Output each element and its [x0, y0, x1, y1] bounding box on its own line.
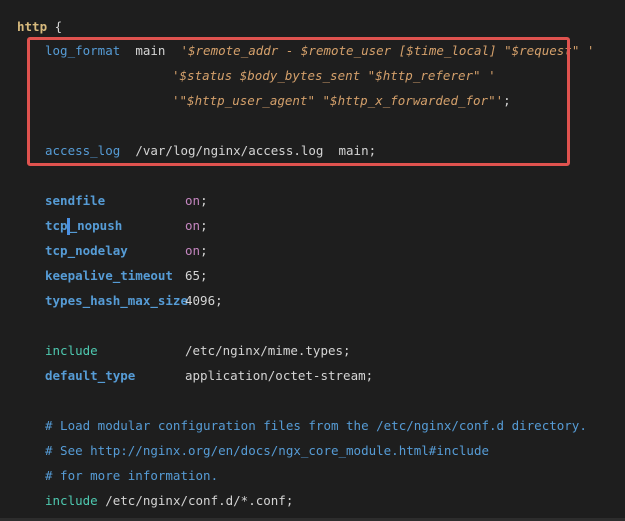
code-line-tcp-nodelay[interactable]: tcp_nodelay — [45, 241, 128, 261]
keepalive-timeout-value-wrap: 65; — [185, 266, 208, 286]
code-line-access-log[interactable]: access_log /var/log/nginx/access.log mai… — [45, 141, 376, 161]
keepalive-timeout-value: 65; — [185, 268, 208, 283]
tcp-nodelay-value: on — [185, 243, 201, 258]
types-hash-max-size-value-wrap: 4096; — [185, 291, 223, 311]
log-format-directive: log_format — [45, 43, 121, 58]
tcp-nodelay-directive: tcp_nodelay — [45, 243, 128, 258]
log-format-value-3: '"$http_user_agent" "$http_x_forwarded_f… — [172, 93, 504, 108]
code-line-http[interactable]: http { — [17, 17, 62, 37]
sendfile-value-wrap: on; — [185, 191, 208, 211]
tcp-nopush-value: on — [185, 218, 201, 233]
tcp-nopush-directive-b-prefix: _ — [69, 218, 78, 233]
comment-3: # for more information. — [45, 468, 219, 483]
tcp-nopush-end: ; — [200, 218, 208, 233]
code-line-log-format-3[interactable]: '"$http_user_agent" "$http_x_forwarded_f… — [172, 91, 511, 111]
keepalive-timeout-directive: keepalive_timeout — [45, 268, 173, 283]
code-line-tcp-nopush[interactable]: tcp _nopush — [45, 216, 122, 236]
tcp-nopush-directive-a: tcp — [45, 218, 68, 233]
log-format-name: main — [120, 43, 181, 58]
code-line-comment-1[interactable]: # Load modular configuration files from … — [45, 416, 587, 436]
code-editor[interactable]: http { log_format main '$remote_addr - $… — [0, 0, 625, 521]
types-hash-max-size-directive: types_hash_max_size — [45, 293, 188, 308]
default-type-value: application/octet-stream; — [185, 368, 374, 383]
include-confd-value: /etc/nginx/conf.d/*.conf; — [97, 493, 294, 508]
log-format-value-2: '$status $body_bytes_sent "$http_referer… — [172, 68, 496, 83]
code-line-log-format-2[interactable]: '$status $body_bytes_sent "$http_referer… — [172, 66, 496, 86]
code-line-log-format[interactable]: log_format main '$remote_addr - $remote_… — [45, 41, 594, 61]
code-line-keepalive-timeout[interactable]: keepalive_timeout — [45, 266, 173, 286]
access-log-directive: access_log — [45, 143, 121, 158]
tcp-nodelay-end: ; — [200, 243, 208, 258]
sendfile-directive: sendfile — [45, 193, 106, 208]
open-brace: { — [47, 19, 63, 34]
comment-2: # See http://nginx.org/en/docs/ngx_core_… — [45, 443, 490, 458]
access-log-value: /var/log/nginx/access.log main; — [120, 143, 377, 158]
code-line-sendfile[interactable]: sendfile — [45, 191, 105, 211]
sendfile-end: ; — [200, 193, 208, 208]
sendfile-value: on — [185, 193, 201, 208]
code-line-default-type[interactable]: default_type — [45, 366, 135, 386]
tcp-nopush-directive-b: nopush — [77, 218, 123, 233]
tcp-nopush-value-wrap: on; — [185, 216, 208, 236]
code-line-include-mime[interactable]: include — [45, 341, 98, 361]
default-type-value-wrap: application/octet-stream; — [185, 366, 373, 386]
include-mime-value: /etc/nginx/mime.types; — [185, 343, 351, 358]
log-format-value-1: '$remote_addr - $remote_user [$time_loca… — [180, 43, 595, 58]
code-line-comment-3[interactable]: # for more information. — [45, 466, 218, 486]
http-keyword: http — [17, 19, 48, 34]
include-mime-value-wrap: /etc/nginx/mime.types; — [185, 341, 351, 361]
log-format-end: ; — [503, 93, 511, 108]
code-line-types-hash-max-size[interactable]: types_hash_max_size — [45, 291, 188, 311]
code-line-comment-2[interactable]: # See http://nginx.org/en/docs/ngx_core_… — [45, 441, 489, 461]
code-line-include-confd[interactable]: include /etc/nginx/conf.d/*.conf; — [45, 491, 293, 511]
include-directive-1: include — [45, 343, 98, 358]
types-hash-max-size-value: 4096; — [185, 293, 223, 308]
comment-1: # Load modular configuration files from … — [45, 418, 587, 433]
tcp-nodelay-value-wrap: on; — [185, 241, 208, 261]
default-type-directive: default_type — [45, 368, 136, 383]
include-directive-2: include — [45, 493, 98, 508]
